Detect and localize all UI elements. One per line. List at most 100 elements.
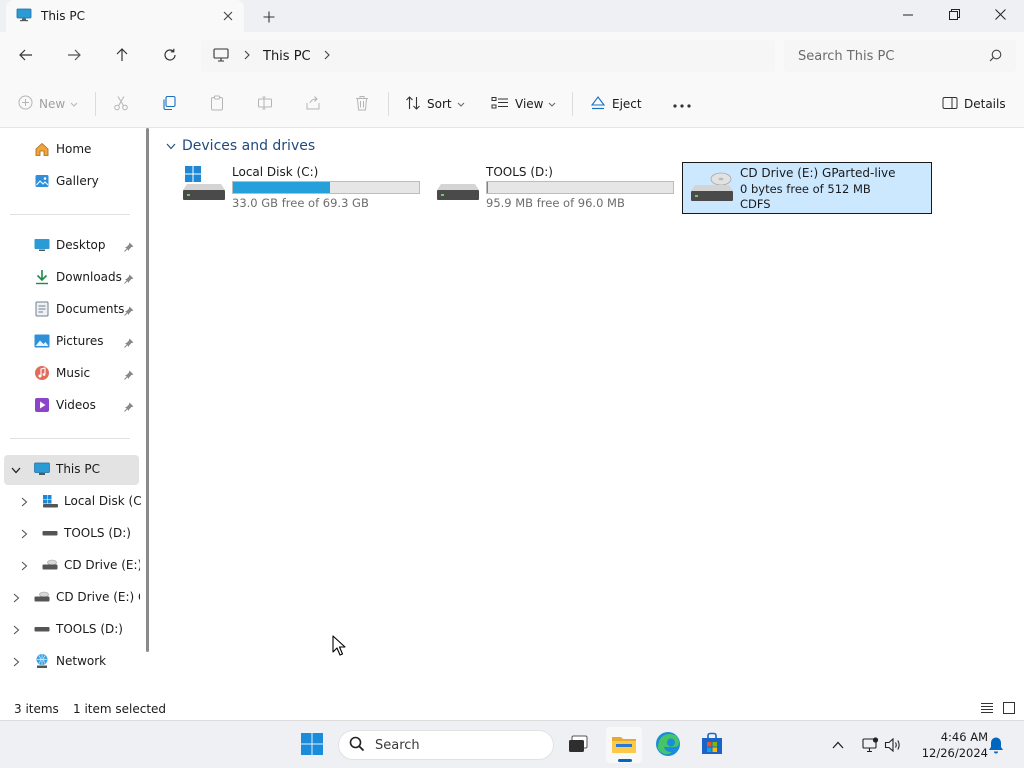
rename-button[interactable] — [257, 92, 273, 116]
drive-free-space: 95.9 MB free of 96.0 MB — [486, 196, 625, 210]
sidebar-item-documents[interactable]: Documents — [34, 296, 124, 322]
usage-bar — [232, 181, 420, 194]
address-bar[interactable]: This PC — [201, 40, 775, 72]
chevron-down-icon[interactable] — [10, 464, 22, 476]
sidebar-scrollbar[interactable] — [146, 128, 149, 652]
chevron-right-icon[interactable] — [243, 49, 251, 63]
chevron-right-icon[interactable] — [18, 560, 30, 572]
cut-button[interactable] — [113, 92, 129, 116]
more-options-button[interactable] — [673, 92, 691, 116]
delete-button[interactable] — [354, 92, 370, 116]
windows-drive-icon — [181, 164, 227, 204]
usage-bar-fill — [233, 182, 331, 193]
back-button[interactable] — [14, 44, 38, 68]
chevron-right-icon[interactable] — [323, 49, 331, 63]
refresh-button[interactable] — [158, 44, 182, 68]
view-list-icon — [491, 96, 509, 113]
forward-button[interactable] — [62, 44, 86, 68]
chevron-right-icon[interactable] — [10, 624, 22, 636]
taskbar-search[interactable]: Search — [338, 730, 554, 760]
sidebar-item-music[interactable]: Music — [34, 360, 90, 386]
sidebar-item-videos[interactable]: Videos — [34, 392, 96, 418]
pin-icon[interactable] — [124, 369, 136, 381]
drive-icon — [42, 525, 58, 541]
sidebar-item-gallery[interactable]: Gallery — [34, 168, 99, 194]
sidebar-item-local-disk-c[interactable]: Local Disk (C:) — [42, 488, 142, 514]
search-icon[interactable] — [989, 49, 1002, 65]
drive-tile-tools-d[interactable]: TOOLS (D:) 95.9 MB free of 96.0 MB — [429, 162, 679, 214]
restore-button[interactable] — [931, 0, 977, 32]
paste-icon — [209, 95, 225, 114]
chevron-right-icon[interactable] — [18, 496, 30, 508]
share-button[interactable] — [305, 92, 321, 116]
sidebar-item-desktop[interactable]: Desktop — [34, 232, 106, 258]
start-button[interactable] — [294, 727, 330, 763]
sidebar-item-home[interactable]: Home — [34, 136, 91, 162]
view-button[interactable]: View — [491, 92, 556, 116]
large-icons-view-icon[interactable] — [1002, 701, 1016, 715]
plus-icon[interactable] — [261, 9, 277, 25]
sidebar-item-label: CD Drive (E:) G — [64, 558, 140, 572]
mouse-cursor-icon — [332, 635, 346, 657]
sidebar-item-label: Videos — [56, 398, 96, 412]
sidebar-item-label: Documents — [56, 302, 125, 316]
sidebar-item-downloads[interactable]: Downloads — [34, 264, 122, 290]
chevron-down-icon — [166, 138, 176, 154]
paste-button[interactable] — [209, 92, 225, 116]
sidebar-item-network[interactable]: Network — [34, 648, 106, 674]
sort-button[interactable]: Sort — [405, 92, 465, 116]
sidebar-item-tools-d[interactable]: TOOLS (D:) — [42, 520, 142, 546]
sidebar-item-tools-d-root[interactable]: TOOLS (D:) — [34, 616, 123, 642]
sidebar-item-cd-drive-e-child[interactable]: CD Drive (E:) G — [42, 552, 140, 578]
chevron-right-icon[interactable] — [10, 592, 22, 604]
new-button[interactable]: New — [18, 92, 78, 116]
search-input[interactable] — [798, 48, 978, 64]
chevron-right-icon[interactable] — [10, 656, 22, 668]
pictures-icon — [34, 333, 50, 349]
volume-icon[interactable] — [884, 736, 902, 754]
separator — [95, 92, 96, 116]
eject-icon — [590, 95, 606, 114]
tab-this-pc[interactable]: This PC — [6, 0, 244, 32]
chevron-right-icon[interactable] — [18, 528, 30, 540]
task-view-button[interactable] — [560, 727, 596, 763]
sidebar-item-label: This PC — [56, 462, 100, 476]
system-clock[interactable]: 4:46 AM 12/26/2024 — [912, 729, 988, 761]
up-button[interactable] — [110, 44, 134, 68]
group-header-devices[interactable]: Devices and drives — [166, 138, 315, 154]
drive-tile-cd-drive-e[interactable]: CD Drive (E:) GParted-live 0 bytes free … — [682, 162, 932, 214]
breadcrumb-this-pc[interactable]: This PC — [263, 49, 311, 64]
sort-icon — [405, 95, 421, 114]
cd-drive-icon — [689, 165, 735, 205]
store-taskbar-button[interactable] — [694, 727, 730, 763]
edge-icon — [655, 731, 681, 760]
close-tab-icon[interactable] — [221, 9, 235, 23]
network-status-icon[interactable] — [861, 736, 879, 754]
pin-icon[interactable] — [124, 273, 136, 285]
close-window-button[interactable] — [977, 0, 1023, 32]
sidebar-item-cd-drive-e[interactable]: CD Drive (E:) GP — [34, 584, 140, 610]
drive-name: TOOLS (D:) — [486, 165, 553, 179]
drive-tile-local-disk-c[interactable]: Local Disk (C:) 33.0 GB free of 69.3 GB — [175, 162, 425, 214]
pin-icon[interactable] — [124, 241, 136, 253]
eject-button[interactable]: Eject — [590, 92, 642, 116]
search-box[interactable] — [784, 40, 1016, 72]
file-explorer-icon — [611, 733, 637, 758]
sidebar-item-pictures[interactable]: Pictures — [34, 328, 104, 354]
sidebar-item-this-pc[interactable]: This PC — [34, 456, 100, 482]
downloads-icon — [34, 269, 50, 285]
item-count: 3 items — [14, 702, 59, 716]
details-pane-button[interactable]: Details — [942, 92, 1006, 116]
file-explorer-taskbar-button[interactable] — [606, 727, 642, 763]
chevron-up-icon[interactable] — [829, 736, 847, 754]
edge-taskbar-button[interactable] — [650, 727, 686, 763]
pin-icon[interactable] — [124, 401, 136, 413]
pin-icon[interactable] — [124, 337, 136, 349]
details-view-icon[interactable] — [980, 701, 994, 715]
minimize-button[interactable] — [885, 0, 931, 32]
notification-bell-icon[interactable] — [987, 736, 1005, 754]
copy-button[interactable] — [161, 92, 177, 116]
pin-icon[interactable] — [124, 305, 136, 317]
scissors-icon — [113, 95, 129, 114]
sidebar-item-label: Local Disk (C:) — [64, 494, 142, 508]
